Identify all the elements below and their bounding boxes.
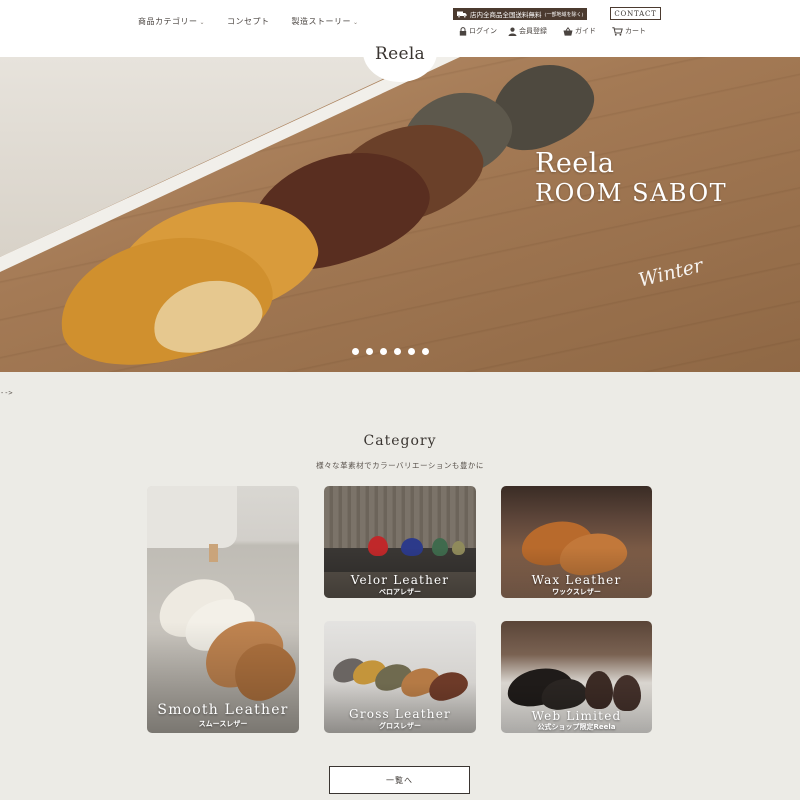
shipping-text: 店内全商品全国送料無料 [470,11,542,19]
category-card-velor-leather[interactable]: Velor Leather ベロアレザー [324,486,476,598]
login-link[interactable]: ログイン [459,26,497,36]
nav-story[interactable]: 製造ストーリー ⌄ [292,16,359,27]
logo-text: Reela [375,44,425,64]
nav-concept-label: コンセプト [227,17,270,26]
chevron-down-icon: ⌄ [353,19,359,26]
lock-icon [459,26,467,36]
category-subtitle: 様々な革素材でカラーバリエーションも豊かに [316,461,484,470]
nav-story-label: 製造ストーリー [291,17,352,26]
slider-dot[interactable] [352,348,359,355]
guide-link[interactable]: ガイド [563,26,596,36]
card-subtitle: 公式ショップ限定Reela [537,723,616,731]
hero-title-line2: ROOM SABOT [535,179,728,207]
hero-slider[interactable]: Reela ROOM SABOT Winter [0,57,800,372]
category-card-gross-leather[interactable]: Gross Leather グロスレザー [324,621,476,733]
view-all-button[interactable]: 一覧へ [329,766,470,794]
card-subtitle: ベロアレザー [379,588,421,596]
main-nav: 商品カテゴリー ⌄ コンセプト 製造ストーリー ⌄ [138,16,359,27]
card-title: Smooth Leather [157,702,289,718]
user-icon [508,27,517,36]
register-link[interactable]: 会員登録 [508,26,547,36]
slider-dot[interactable] [366,348,373,355]
cart-link[interactable]: カート [612,26,646,36]
card-title: Gross Leather [349,707,451,721]
basket-icon [563,26,573,36]
hero-script-text: Winter [636,254,706,292]
card-title: Web Limited [531,709,622,723]
free-shipping-badge: 店内全商品全国送料無料 (一部地域を除く) [453,8,588,20]
slider-dot[interactable] [408,348,415,355]
contact-button[interactable]: CONTACT [610,7,661,20]
register-label: 会員登録 [519,27,547,35]
login-label: ログイン [469,27,497,35]
nav-concept[interactable]: コンセプト [227,16,270,27]
category-card-wax-leather[interactable]: Wax Leather ワックスレザー [501,486,652,598]
card-subtitle: グロスレザー [379,722,421,730]
slider-dot[interactable] [394,348,401,355]
chevron-down-icon: ⌄ [199,19,206,26]
slider-dot[interactable] [380,348,387,355]
card-subtitle: スムースレザー [198,720,248,728]
stray-comment-text: --> [0,389,13,397]
category-card-web-limited[interactable]: Web Limited 公式ショップ限定Reela [501,621,652,733]
hero-title-line1: Reela [535,148,615,179]
guide-label: ガイド [575,27,596,35]
card-title: Wax Leather [531,573,622,587]
slider-dots [352,348,429,355]
truck-icon [457,11,467,18]
slider-dot[interactable] [422,348,429,355]
nav-product-category-label: 商品カテゴリー [138,17,198,26]
category-card-smooth-leather[interactable]: Smooth Leather スムースレザー [147,486,299,733]
shipping-note: (一部地域を除く) [544,11,584,18]
hero-title: Reela ROOM SABOT [535,148,728,208]
cart-icon [612,26,623,36]
card-title: Velor Leather [350,573,450,587]
category-title: Category [363,433,437,449]
card-subtitle: ワックスレザー [552,588,601,596]
cart-label: カート [625,27,646,35]
nav-product-category[interactable]: 商品カテゴリー ⌄ [138,16,205,27]
logo-link[interactable]: Reela [363,22,437,82]
card-shade [147,486,299,733]
